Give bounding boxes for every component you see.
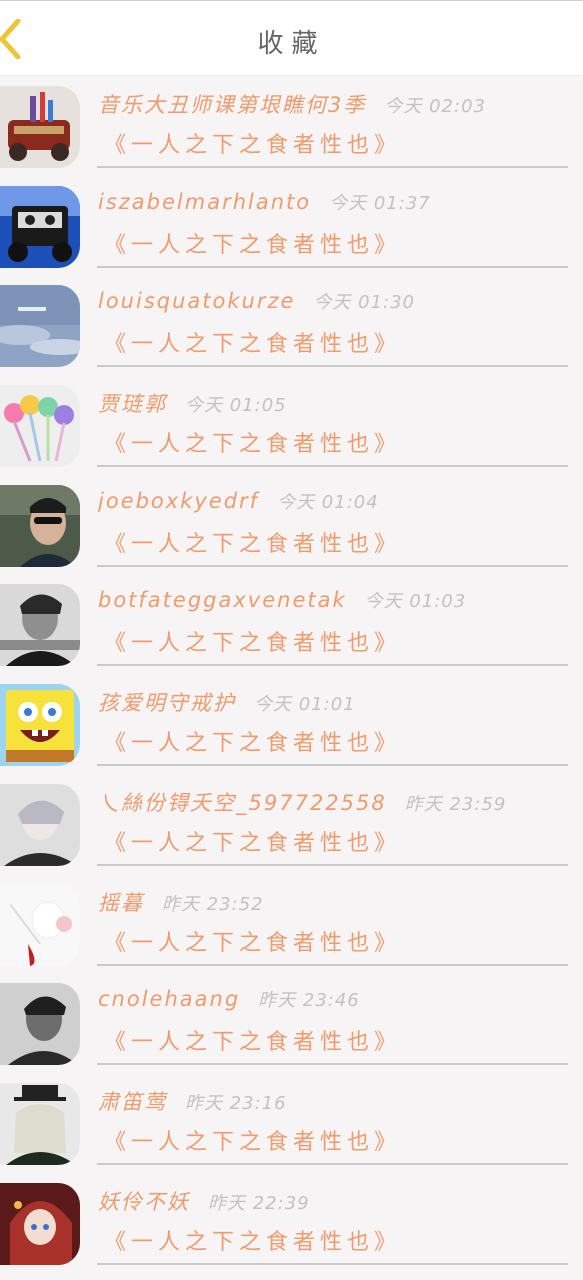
pens-avatar[interactable] (0, 385, 80, 468)
divider (97, 166, 568, 168)
divider (97, 465, 568, 468)
item-subtitle: 《一人之下之食者性也》 (104, 1129, 402, 1155)
sky-avatar[interactable] (0, 285, 80, 368)
item-subtitle: 《一人之下之食者性也》 (104, 731, 402, 757)
item-subtitle: 《一人之下之食者性也》 (104, 830, 402, 856)
toy-car-avatar[interactable] (0, 86, 80, 168)
item-name: 妖伶不妖 (98, 1189, 190, 1214)
spongebob-avatar[interactable] (0, 684, 80, 767)
list-item[interactable]: 肃笛莺 昨天 23:16 《一人之下之食者性也》 (0, 1074, 583, 1174)
man-sunglasses-avatar[interactable] (0, 484, 80, 567)
item-name: 贾琏郭 (98, 392, 167, 417)
item-name: 摇暮 (98, 890, 144, 915)
list-item[interactable]: 乀絲份锝夭空_597722558 昨天 23:59 《一人之下之食者性也》 (0, 775, 583, 875)
list-item[interactable]: 摇暮 昨天 23:52 《一人之下之食者性也》 (0, 875, 583, 975)
anime-girl-red-avatar[interactable] (0, 1182, 80, 1265)
item-time: 昨天 23:59 (404, 793, 507, 815)
item-time: 今天 01:01 (254, 694, 356, 716)
item-subtitle: 《一人之下之食者性也》 (104, 531, 402, 557)
item-subtitle: 《一人之下之食者性也》 (104, 332, 402, 358)
divider (97, 764, 568, 767)
item-time: 今天 02:03 (384, 96, 486, 117)
divider (97, 1063, 568, 1066)
cartoon-car-avatar[interactable] (0, 185, 80, 268)
divider (97, 564, 568, 567)
item-name: joeboxkyedrf (98, 488, 260, 513)
list-item[interactable]: 音乐大丑师课第垠瞧何3季 今天 02:03 《一人之下之食者性也》 (0, 77, 583, 177)
item-name: louisquatokurze (98, 289, 296, 314)
anime-girl-hat-avatar[interactable] (0, 1082, 80, 1165)
item-subtitle: 《一人之下之食者性也》 (104, 432, 402, 458)
item-name: 肃笛莺 (98, 1089, 167, 1114)
item-time: 今天 01:03 (364, 591, 467, 613)
divider (97, 1162, 568, 1165)
item-time: 昨天 22:39 (208, 1192, 310, 1214)
item-subtitle: 《一人之下之食者性也》 (104, 930, 402, 956)
divider (97, 963, 568, 966)
top-bar: 收藏 (0, 0, 583, 76)
item-subtitle: 《一人之下之食者性也》 (104, 1229, 402, 1255)
item-subtitle: 《一人之下之食者性也》 (104, 133, 402, 158)
item-time: 今天 01:30 (313, 292, 416, 314)
list-item[interactable]: louisquatokurze 今天 01:30 《一人之下之食者性也》 (0, 276, 583, 376)
bw-portrait-avatar[interactable] (0, 983, 80, 1066)
item-time: 今天 01:37 (329, 192, 431, 214)
divider (97, 265, 568, 268)
list-item[interactable]: botfateggaxvenetak 今天 01:03 《一人之下之食者性也》 (0, 575, 583, 675)
page-title: 收藏 (257, 29, 326, 59)
white-flower-avatar[interactable] (0, 883, 80, 966)
list-item[interactable]: 妖伶不妖 昨天 22:39 《一人之下之食者性也》 (0, 1174, 583, 1274)
item-time: 今天 01:05 (185, 395, 287, 417)
list-item[interactable]: iszabelmarhlanto 今天 01:37 《一人之下之食者性也》 (0, 177, 583, 277)
favorites-list: 音乐大丑师课第垠瞧何3季 今天 02:03 《一人之下之食者性也》 iszabel… (0, 77, 583, 1273)
list-item[interactable]: cnolehaang 昨天 23:46 《一人之下之食者性也》 (0, 974, 583, 1074)
item-name: 乀絲份锝夭空_597722558 (98, 790, 387, 815)
divider (97, 863, 568, 866)
anime-boy-avatar[interactable] (0, 783, 80, 866)
item-time: 昨天 23:52 (162, 893, 264, 915)
item-name: botfateggaxvenetak (98, 588, 347, 613)
item-time: 昨天 23:16 (185, 1092, 287, 1114)
divider (97, 664, 568, 667)
list-item[interactable]: 孩爱明守戒护 今天 01:01 《一人之下之食者性也》 (0, 675, 583, 775)
list-item[interactable]: 贾琏郭 今天 01:05 《一人之下之食者性也》 (0, 376, 583, 476)
item-name: 音乐大丑师课第垠瞧何3季 (98, 93, 367, 117)
list-item[interactable]: joeboxkyedrf 今天 01:04 《一人之下之食者性也》 (0, 476, 583, 576)
item-time: 昨天 23:46 (258, 990, 360, 1012)
item-subtitle: 《一人之下之食者性也》 (104, 631, 402, 657)
item-name: 孩爱明守戒护 (98, 691, 236, 716)
item-subtitle: 《一人之下之食者性也》 (104, 1030, 402, 1056)
item-name: iszabelmarhlanto (98, 189, 312, 214)
divider (97, 365, 568, 368)
bw-man-avatar[interactable] (0, 584, 80, 667)
divider (97, 1262, 568, 1265)
item-subtitle: 《一人之下之食者性也》 (104, 232, 402, 258)
item-time: 今天 01:04 (277, 491, 379, 513)
item-name: cnolehaang (98, 987, 241, 1012)
